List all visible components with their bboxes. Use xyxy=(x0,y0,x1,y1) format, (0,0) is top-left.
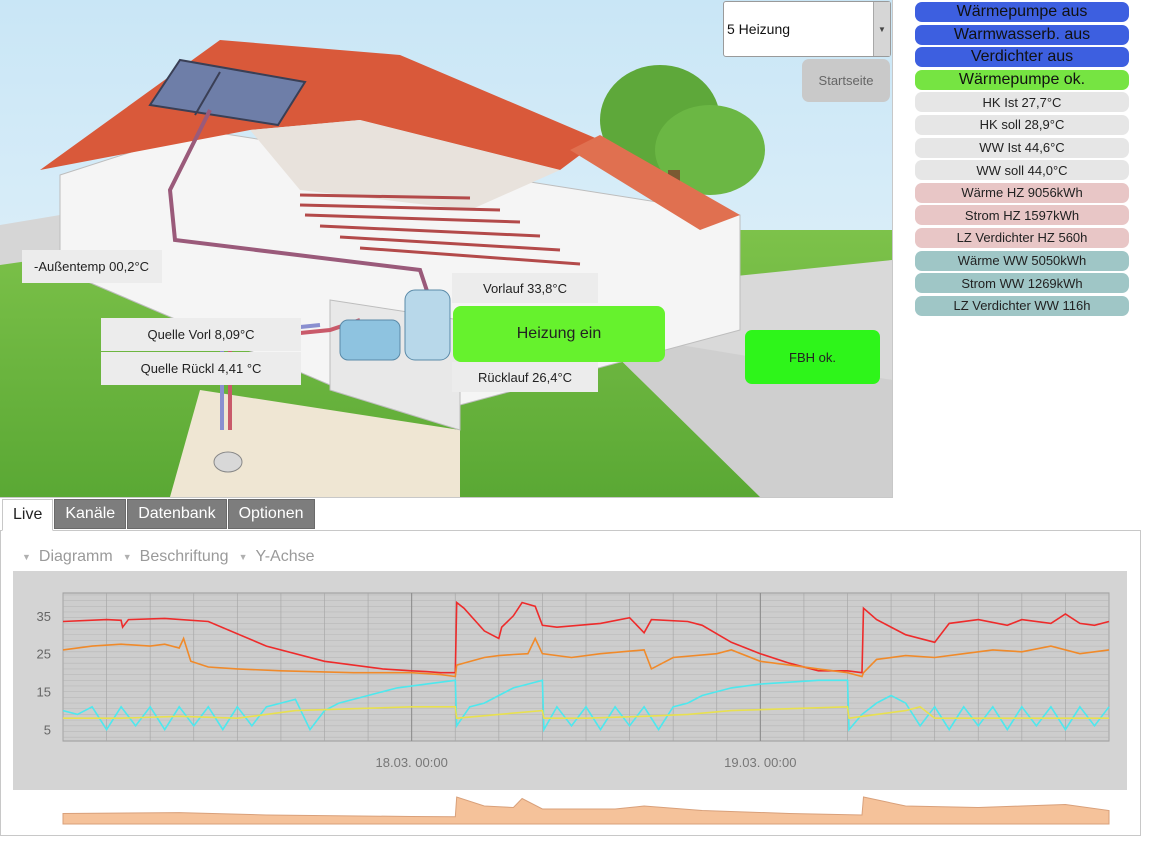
heating-on-button[interactable]: Heizung ein xyxy=(453,306,665,362)
house-diagram: -Außentemp 00,2°C Quelle Vorl 8,09°C Que… xyxy=(0,0,893,498)
y-tick-label: 5 xyxy=(44,723,51,738)
status-power-hz: Strom HZ 1597kWh xyxy=(915,205,1129,226)
y-tick-label: 25 xyxy=(37,647,51,662)
tab-database[interactable]: Datenbank xyxy=(127,499,227,529)
return-temp-label: Rücklauf 26,4°C xyxy=(452,362,598,392)
triangle-down-icon: ▼ xyxy=(122,552,132,562)
status-compressor: Verdichter aus xyxy=(915,47,1129,68)
menu-diagram[interactable]: ▼ Diagramm xyxy=(22,548,113,566)
source-supply-label: Quelle Vorl 8,09°C xyxy=(101,318,301,351)
tab-bar: Live Kanäle Datenbank Optionen xyxy=(2,499,316,531)
tab-channels[interactable]: Kanäle xyxy=(54,499,127,529)
mode-select[interactable]: 5 Heizung ▼ xyxy=(723,1,891,57)
status-heat-pump: Wärmepumpe aus xyxy=(915,2,1129,22)
outdoor-temp-label: -Außentemp 00,2°C xyxy=(22,250,162,283)
y-tick-label: 35 xyxy=(37,609,51,624)
live-chart[interactable]: 5 15 25 35 18.03. 00:00 19.03. 00:00 xyxy=(13,571,1127,826)
flow-temp-label: Vorlauf 33,8°C xyxy=(452,273,598,303)
tab-options[interactable]: Optionen xyxy=(227,499,315,529)
status-heat-ww: Wärme WW 5050kWh xyxy=(915,250,1129,271)
status-heat-hz: Wärme HZ 9056kWh xyxy=(915,182,1129,203)
mode-select-value: 5 Heizung xyxy=(727,21,791,37)
status-ww-target: WW soll 44,0°C xyxy=(915,160,1129,181)
x-tick-label: 18.03. 00:00 xyxy=(376,755,448,770)
house-illustration xyxy=(0,0,892,497)
menu-y-axis[interactable]: ▼ Y-Achse xyxy=(239,548,315,566)
status-runtime-hz: LZ Verdichter HZ 560h xyxy=(915,227,1129,248)
menu-labels[interactable]: ▼ Beschriftung xyxy=(123,548,229,566)
status-hot-water: Warmwasserb. aus xyxy=(915,24,1129,45)
status-hk-target: HK soll 28,9°C xyxy=(915,114,1129,135)
y-tick-label: 15 xyxy=(37,685,51,700)
chart-menu-bar: ▼ Diagramm ▼ Beschriftung ▼ Y-Achse xyxy=(22,548,325,566)
start-page-button[interactable]: Startseite xyxy=(802,59,890,102)
triangle-down-icon: ▼ xyxy=(238,552,248,562)
status-ww-actual: WW Ist 44,6°C xyxy=(915,137,1129,158)
status-runtime-ww: LZ Verdichter WW 116h xyxy=(915,295,1129,316)
status-panel: Wärmepumpe aus Warmwasserb. aus Verdicht… xyxy=(915,2,1129,318)
x-tick-label: 19.03. 00:00 xyxy=(724,755,796,770)
status-hk-actual: HK Ist 27,7°C xyxy=(915,92,1129,113)
chevron-down-icon[interactable]: ▼ xyxy=(873,2,890,56)
status-heat-pump-ok: Wärmepumpe ok. xyxy=(915,69,1129,90)
status-power-ww: Strom WW 1269kWh xyxy=(915,273,1129,294)
triangle-down-icon: ▼ xyxy=(22,552,31,562)
tab-live[interactable]: Live xyxy=(2,499,54,531)
source-return-label: Quelle Rückl 4,41 °C xyxy=(101,352,301,385)
floor-heating-status[interactable]: FBH ok. xyxy=(745,330,880,384)
